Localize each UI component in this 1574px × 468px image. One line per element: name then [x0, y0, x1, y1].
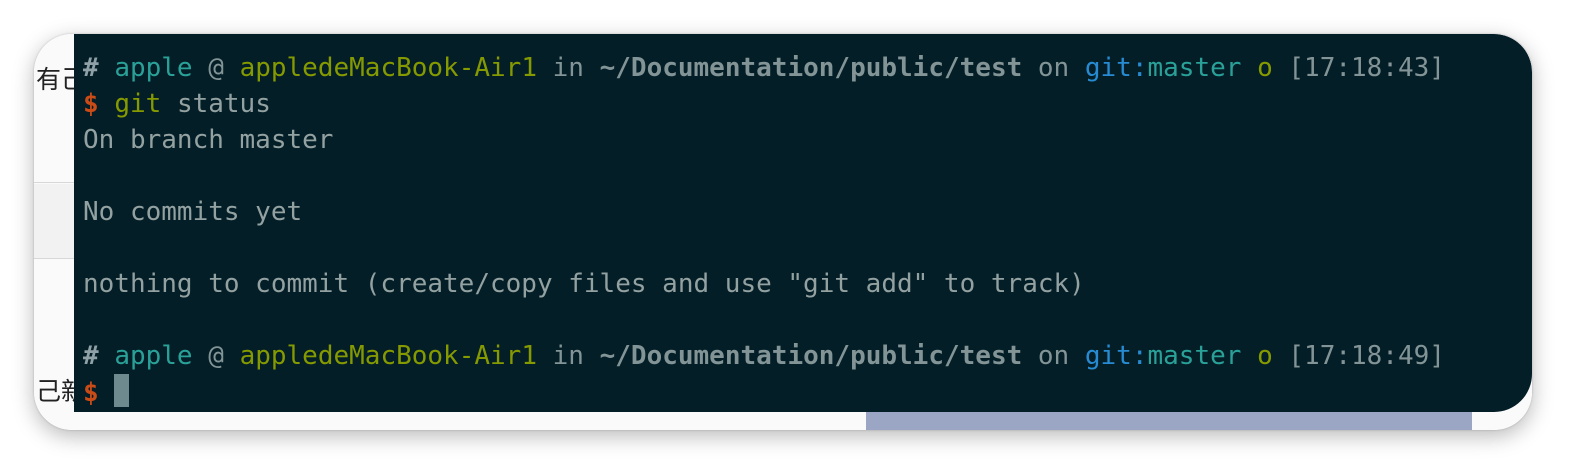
prompt-in: in	[552, 53, 584, 83]
prompt-at: @	[208, 53, 224, 83]
prompt-dirty-flag: o	[1257, 53, 1273, 83]
prompt-hash: #	[83, 341, 99, 371]
prompt-symbol: $	[83, 378, 99, 408]
prompt-user: apple	[114, 341, 193, 371]
terminal-window[interactable]: # apple @ appledeMacBook-Air1 in ~/Docum…	[74, 34, 1532, 412]
prompt-on: on	[1037, 53, 1070, 83]
prompt-host: appledeMacBook-Air1	[239, 53, 537, 83]
output-line: On branch master	[83, 125, 334, 155]
command-line: $ git status	[83, 86, 1532, 122]
prompt-on: on	[1037, 341, 1070, 371]
prompt-hash: #	[83, 53, 99, 83]
screenshot-frame: 有己 己新 # apple @ appledeMacBook-Air1 in ~…	[34, 34, 1532, 430]
active-input-line[interactable]: $	[83, 374, 1532, 410]
prompt-in: in	[552, 341, 584, 371]
prompt-symbol: $	[83, 89, 99, 119]
text-cursor[interactable]	[114, 374, 130, 407]
output-line: No commits yet	[83, 197, 303, 227]
command-args: status	[176, 89, 271, 119]
prompt-git-label: git:	[1084, 53, 1148, 83]
prompt-path: ~/Documentation/public/test	[599, 341, 1023, 371]
prompt-git-label: git:	[1084, 341, 1148, 371]
prompt-branch: master	[1147, 341, 1242, 371]
prompt-user: apple	[114, 53, 193, 83]
prompt-host: appledeMacBook-Air1	[239, 341, 537, 371]
prompt-timestamp: [17:18:49]	[1288, 341, 1445, 371]
output-line: nothing to commit (create/copy files and…	[83, 269, 1085, 299]
prompt-dirty-flag: o	[1257, 341, 1273, 371]
prompt-branch: master	[1147, 53, 1242, 83]
background-panel	[34, 184, 74, 258]
prompt-line: # apple @ appledeMacBook-Air1 in ~/Docum…	[83, 50, 1532, 86]
prompt-line: # apple @ appledeMacBook-Air1 in ~/Docum…	[83, 338, 1532, 374]
prompt-path: ~/Documentation/public/test	[599, 53, 1023, 83]
command-program: git	[114, 89, 162, 119]
prompt-timestamp: [17:18:43]	[1288, 53, 1445, 83]
prompt-at: @	[208, 341, 224, 371]
